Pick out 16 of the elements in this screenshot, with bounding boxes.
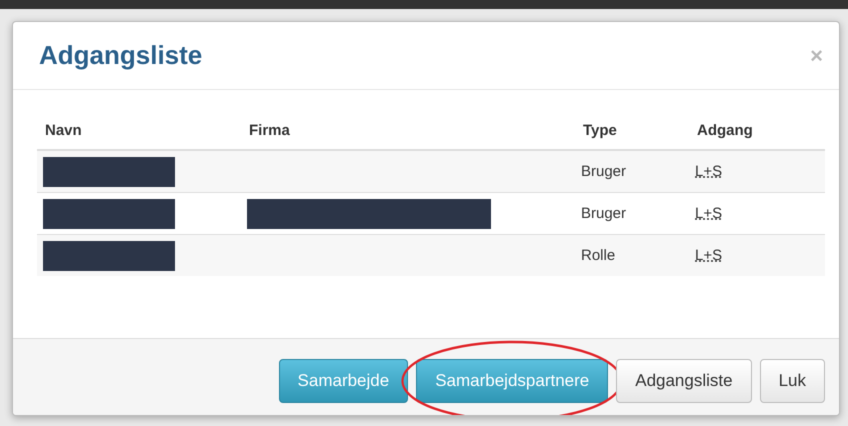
column-header: Navn [45, 122, 82, 139]
dialog-title: Adgangsliste [39, 40, 202, 71]
primary-button[interactable]: Samarbejdspartnere [416, 359, 608, 403]
default-button[interactable]: Luk [760, 359, 825, 403]
access-code: L+S [695, 163, 722, 180]
access-code: L+S [695, 205, 722, 222]
column-header: Adgang [697, 122, 753, 139]
primary-button[interactable]: Samarbejde [278, 359, 408, 403]
table-cell: Rolle [581, 247, 616, 264]
table-cell: Bruger [581, 205, 626, 222]
column-header: Firma [249, 122, 290, 139]
access-code: L+S [695, 247, 722, 264]
close-button[interactable]: × [810, 42, 823, 68]
column-header: Type [583, 122, 617, 139]
default-button[interactable]: Adgangsliste [616, 359, 752, 403]
table-cell: Bruger [581, 163, 626, 180]
